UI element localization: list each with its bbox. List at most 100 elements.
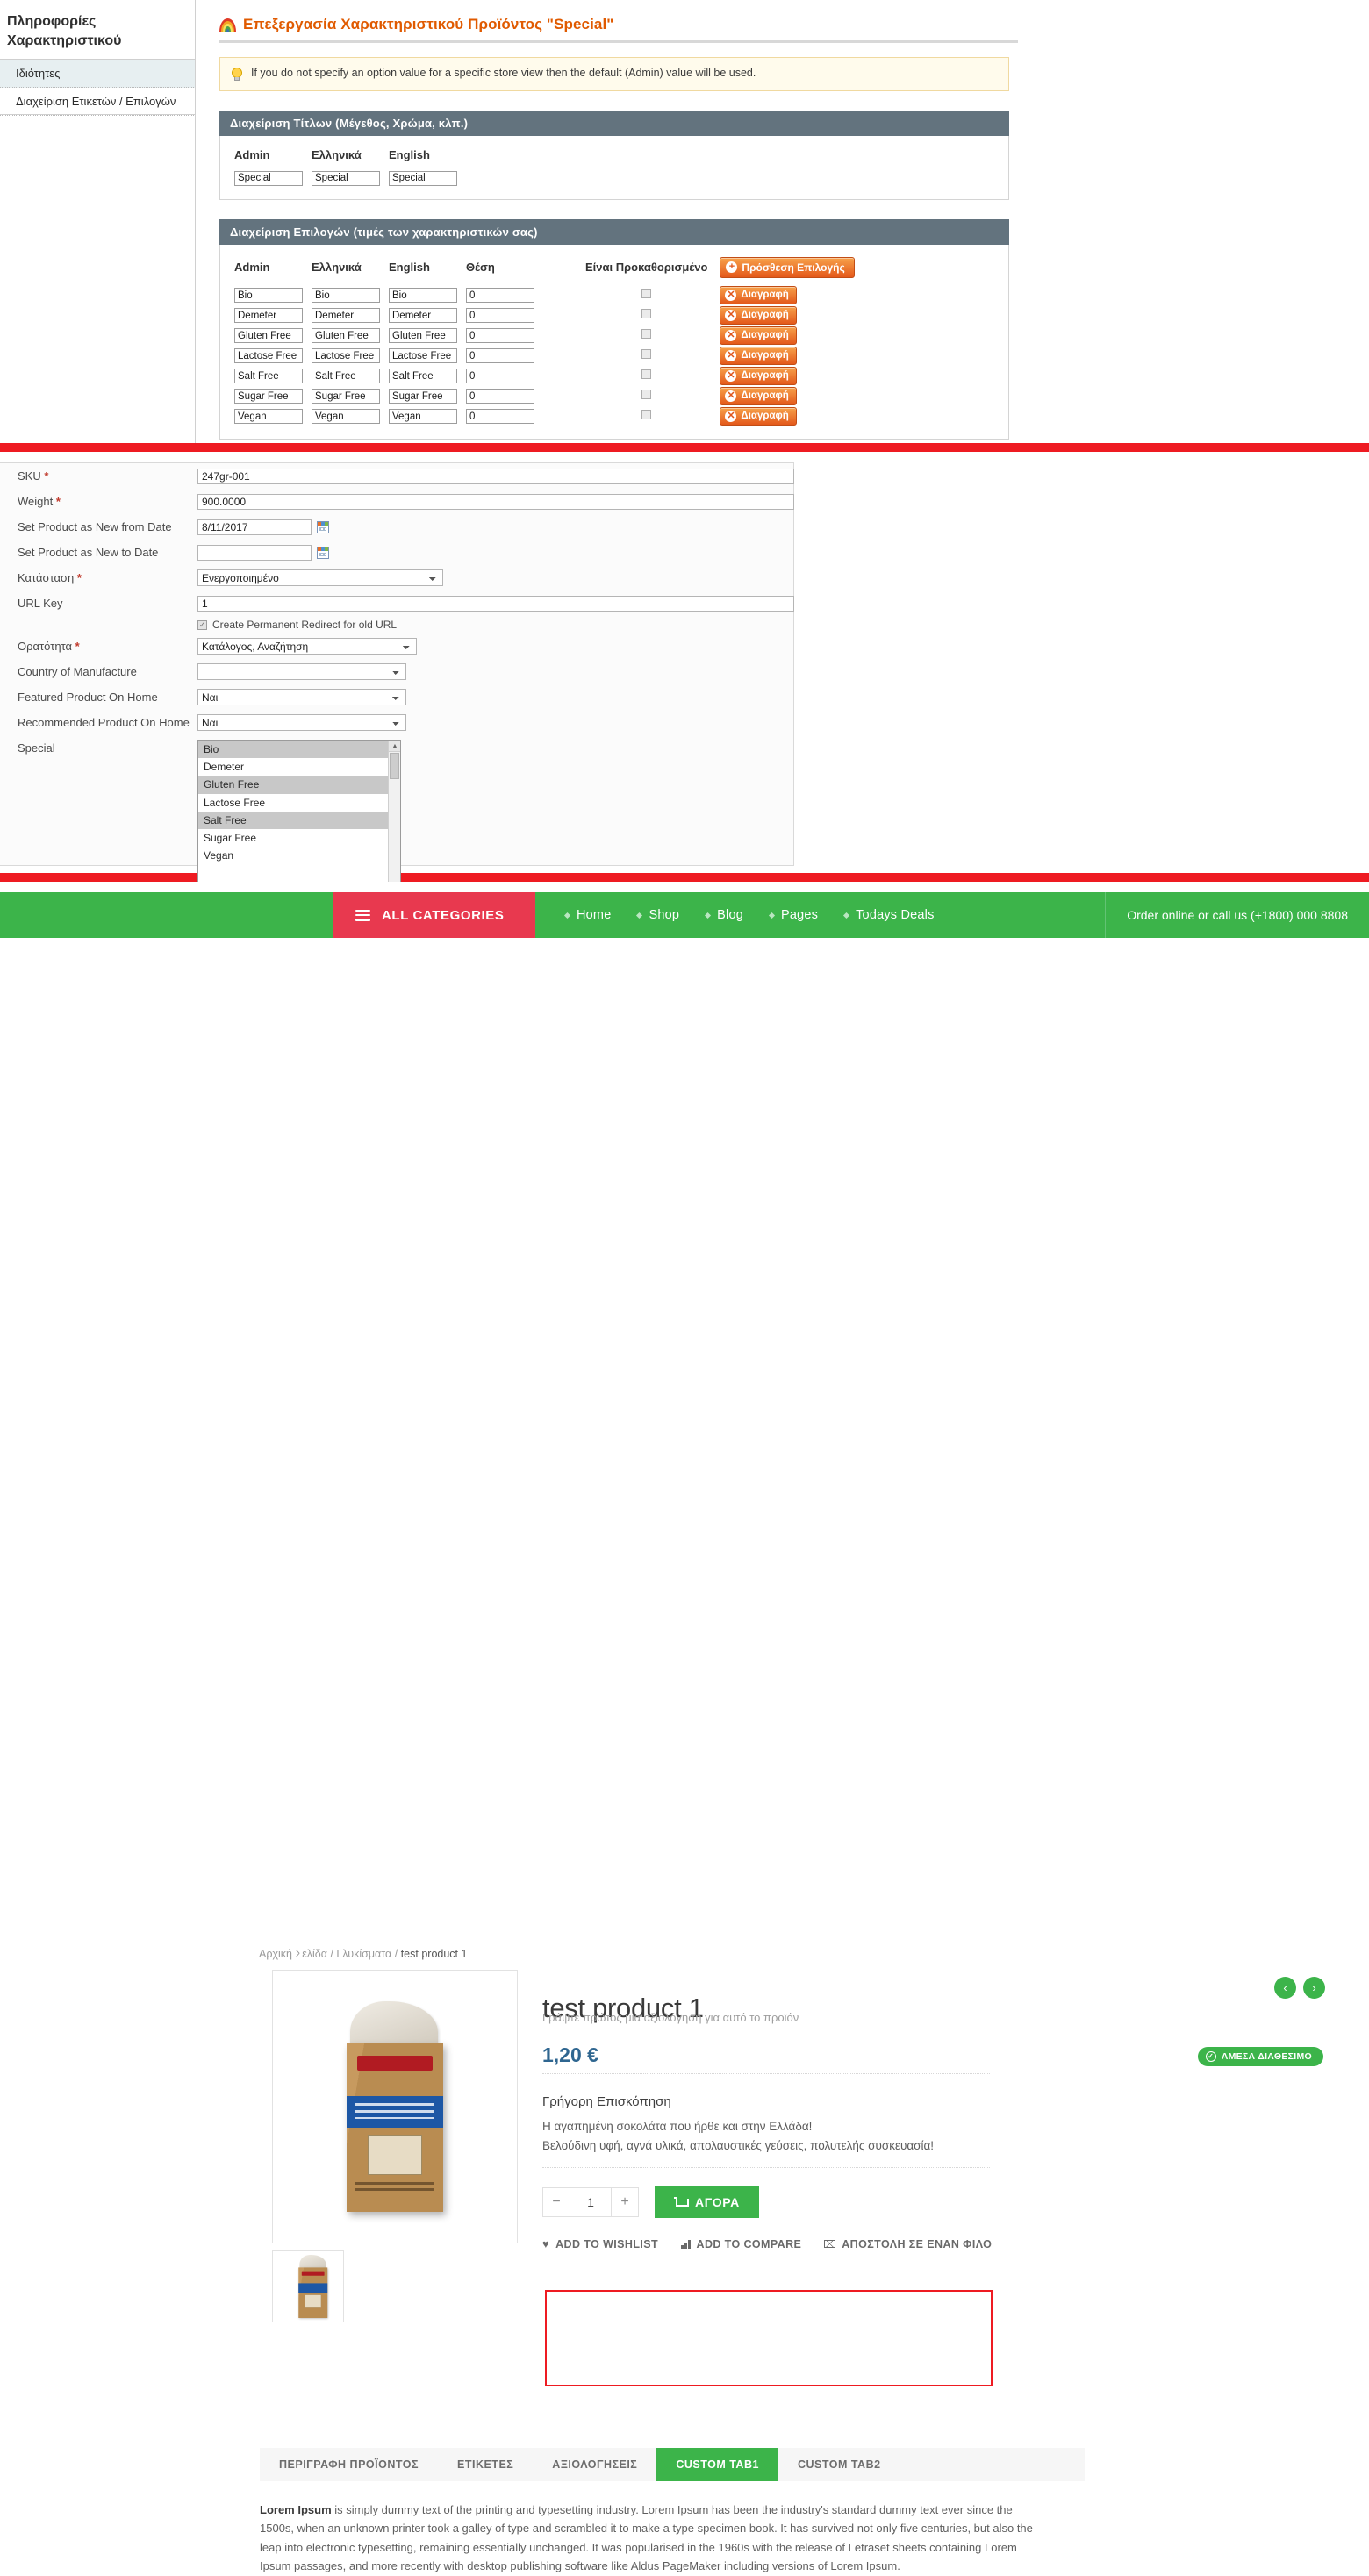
sku-input[interactable] [197, 468, 794, 484]
option-input-position[interactable] [466, 409, 534, 425]
add-to-compare-button[interactable]: ADD TO COMPARE [681, 2238, 801, 2250]
add-to-cart-button[interactable]: ΑΓΟΡΑ [655, 2186, 759, 2218]
delete-option-button[interactable]: ✕ Διαγραφή [720, 346, 797, 365]
option-input-position[interactable] [466, 308, 534, 324]
new-to-date-input[interactable] [197, 544, 312, 561]
tab-περιγραφη-προϊοντος[interactable]: ΠΕΡΙΓΡΑΦΗ ΠΡΟΪΟΝΤΟΣ [260, 2448, 438, 2481]
delete-option-button[interactable]: ✕ Διαγραφή [720, 305, 797, 325]
weight-input[interactable] [197, 493, 794, 510]
sidebar-item-manage-labels-options[interactable]: Διαχείριση Ετικετών / Επιλογών [0, 88, 196, 117]
delete-option-button[interactable]: ✕ Διαγραφή [720, 386, 797, 405]
nav-item-blog[interactable]: Blog [705, 908, 743, 922]
option-input-admin[interactable] [234, 369, 303, 384]
option-input-english[interactable] [389, 369, 457, 384]
url-key-input[interactable] [197, 595, 794, 612]
recommended-select[interactable]: Ναι [197, 714, 406, 731]
option-input-greek[interactable] [312, 348, 380, 364]
option-input-greek[interactable] [312, 288, 380, 304]
option-input-greek[interactable] [312, 409, 380, 425]
option-input-english[interactable] [389, 328, 457, 344]
nav-item-todays-deals[interactable]: Todays Deals [843, 908, 934, 922]
list-item[interactable]: Vegan [198, 847, 400, 864]
option-input-admin[interactable] [234, 348, 303, 364]
option-input-english[interactable] [389, 348, 457, 364]
option-input-english[interactable] [389, 308, 457, 324]
redirect-checkbox[interactable]: ✓ [197, 619, 207, 630]
scroll-up-icon[interactable]: ▲ [389, 741, 400, 752]
scrollbar-thumb[interactable] [390, 753, 399, 779]
qty-decrease-button[interactable]: − [542, 2187, 570, 2217]
option-input-greek[interactable] [312, 308, 380, 324]
option-input-admin[interactable] [234, 389, 303, 404]
label-input-english[interactable] [389, 170, 457, 186]
option-input-english[interactable] [389, 409, 457, 425]
option-input-greek[interactable] [312, 328, 380, 344]
breadcrumb: Αρχική Σελίδα / Γλυκίσματα / test produc… [259, 1948, 467, 1960]
is-default-checkbox[interactable] [641, 309, 652, 318]
option-input-greek[interactable] [312, 389, 380, 404]
is-default-checkbox[interactable] [641, 369, 652, 379]
visibility-select[interactable]: Κατάλογος, Αναζήτηση [197, 638, 417, 655]
option-input-english[interactable] [389, 389, 457, 404]
qty-value[interactable]: 1 [570, 2187, 611, 2217]
nav-item-shop[interactable]: Shop [636, 908, 679, 922]
tab-ετικετες[interactable]: ΕΤΙΚΕΤΕΣ [438, 2448, 533, 2481]
product-thumbnail[interactable] [272, 2250, 344, 2322]
status-select[interactable]: Ενεργοποιημένο [197, 569, 443, 586]
admin-sidebar-title: Πληροφορίες Χαρακτηριστικού [7, 14, 122, 48]
breadcrumb-category[interactable]: Γλυκίσματα [336, 1948, 391, 1960]
delete-option-button[interactable]: ✕ Διαγραφή [720, 406, 797, 426]
all-categories-button[interactable]: ALL CATEGORIES [333, 892, 535, 938]
prev-product-button[interactable]: ‹ [1274, 1977, 1296, 1999]
product-main-image[interactable] [272, 1970, 518, 2243]
is-default-checkbox[interactable] [641, 289, 652, 298]
add-to-wishlist-button[interactable]: ♥ ADD TO WISHLIST [542, 2237, 658, 2250]
option-input-admin[interactable] [234, 288, 303, 304]
option-input-position[interactable] [466, 369, 534, 384]
list-item[interactable]: Sugar Free [198, 829, 400, 847]
option-input-position[interactable] [466, 389, 534, 404]
option-input-position[interactable] [466, 288, 534, 304]
qty-increase-button[interactable]: + [611, 2187, 639, 2217]
delete-option-button[interactable]: ✕ Διαγραφή [720, 366, 797, 385]
tab-αξιολογησεις[interactable]: ΑΞΙΟΛΟΓΗΣΕΙΣ [533, 2448, 656, 2481]
new-from-date-input[interactable] [197, 519, 312, 535]
sidebar-item-properties[interactable]: Ιδιότητες [0, 60, 196, 89]
list-item[interactable]: Gluten Free [198, 776, 400, 794]
next-product-button[interactable]: › [1303, 1977, 1325, 1999]
email-to-friend-button[interactable]: ΑΠΟΣΤΟΛΗ ΣΕ ΕΝΑΝ ΦΙΛΟ [824, 2238, 992, 2250]
list-item[interactable]: Demeter [198, 758, 400, 776]
option-input-admin[interactable] [234, 308, 303, 324]
list-item[interactable]: Salt Free [198, 811, 400, 829]
breadcrumb-home[interactable]: Αρχική Σελίδα [259, 1948, 327, 1960]
option-input-position[interactable] [466, 348, 534, 364]
is-default-checkbox[interactable] [641, 349, 652, 359]
featured-select[interactable]: Ναι [197, 689, 406, 705]
add-option-button[interactable]: + Πρόσθεση Επιλογής [720, 256, 855, 278]
option-input-admin[interactable] [234, 328, 303, 344]
option-input-position[interactable] [466, 328, 534, 344]
nav-item-home[interactable]: Home [563, 908, 611, 922]
special-multiselect[interactable]: Bio Demeter Gluten Free Lactose Free Salt Fr… [197, 740, 401, 896]
label-input-greek[interactable] [312, 170, 380, 186]
option-input-admin[interactable] [234, 409, 303, 425]
calendar-icon[interactable] [317, 520, 329, 533]
nav-item-pages[interactable]: Pages [768, 908, 818, 922]
all-categories-label: ALL CATEGORIES [382, 907, 505, 923]
country-select[interactable] [197, 663, 406, 680]
option-input-english[interactable] [389, 288, 457, 304]
is-default-checkbox[interactable] [641, 329, 652, 339]
list-item[interactable]: Lactose Free [198, 794, 400, 812]
write-review-link[interactable]: Γράψτε πρώτος μια αξιολόγηση για αυτό το… [542, 2011, 799, 2024]
tab-custom-tab2[interactable]: CUSTOM TAB2 [778, 2448, 900, 2481]
delete-option-button[interactable]: ✕ Διαγραφή [720, 326, 797, 345]
is-default-checkbox[interactable] [641, 390, 652, 399]
multiselect-scrollbar[interactable]: ▲ ▼ [388, 741, 400, 895]
option-input-greek[interactable] [312, 369, 380, 384]
is-default-checkbox[interactable] [641, 410, 652, 419]
calendar-icon[interactable] [317, 546, 329, 559]
list-item[interactable]: Bio [198, 741, 400, 759]
label-input-admin[interactable] [234, 170, 303, 186]
tab-custom-tab1[interactable]: CUSTOM TAB1 [656, 2448, 778, 2481]
delete-option-button[interactable]: ✕ Διαγραφή [720, 285, 797, 304]
